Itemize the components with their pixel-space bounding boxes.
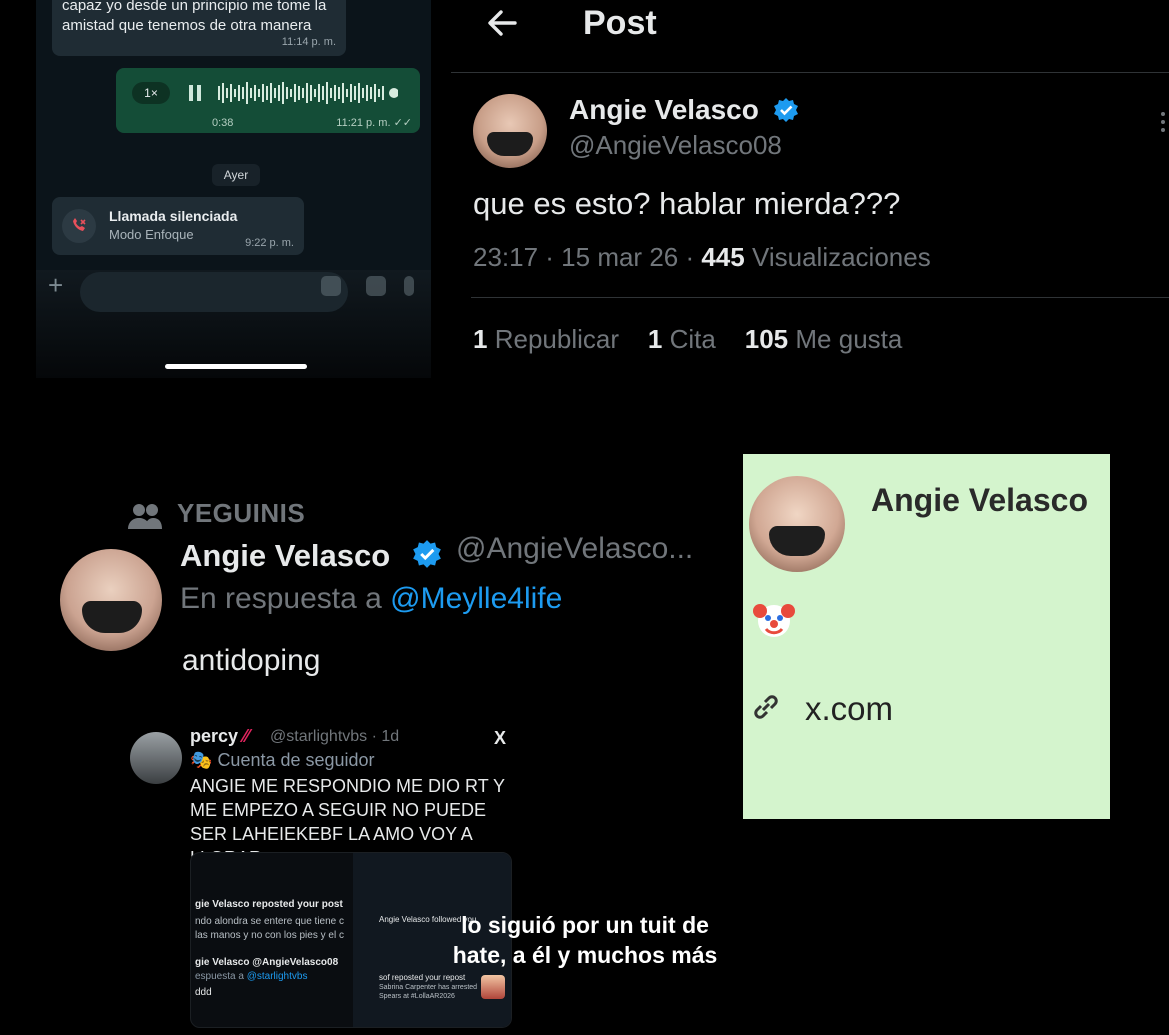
reply-notification-text: ddd <box>195 987 212 998</box>
divider <box>471 297 1169 298</box>
repost-notification-2: sof reposted your repost <box>379 973 466 982</box>
post-stats: 1 Republicar 1 Cita 105 Me gusta <box>473 324 902 355</box>
page-title: Post <box>583 4 657 42</box>
call-subtitle: Modo Enfoque <box>109 227 194 242</box>
call-time: 9:22 p. m. <box>245 237 294 249</box>
views-count: 445 <box>701 242 745 272</box>
playback-speed-button[interactable]: 1× <box>132 82 170 104</box>
in-reply-to: En respuesta a @Meylle4life <box>180 582 563 615</box>
post-meta: 23:17 · 15 mar 26 · 445 Visualizaciones <box>473 242 931 272</box>
voice-time: 11:21 p. m. ✓✓ <box>336 117 412 129</box>
call-title: Llamada silenciada <box>109 208 238 224</box>
reply-notification-target: espuesta a @starlightvbs <box>195 971 308 982</box>
voice-message[interactable]: 1× 0:38 11:21 p. m. ✓✓ <box>116 68 420 133</box>
avatar[interactable] <box>130 732 182 784</box>
divider <box>451 72 1169 73</box>
profile-link[interactable]: x.com <box>805 690 893 728</box>
camera-icon[interactable] <box>366 276 386 296</box>
avatar[interactable] <box>749 476 845 572</box>
whatsapp-chat-panel: capaz yo desde un principio me tome la a… <box>36 0 431 378</box>
verified-badge-icon <box>774 98 798 122</box>
voice-duration: 0:38 <box>212 117 234 129</box>
home-indicator <box>165 364 307 369</box>
follower-tweet[interactable]: percy ⁄⁄ @starlightvbs · 1d X 🎭 Cuenta d… <box>128 726 528 1028</box>
reply-tweet[interactable]: YEGUINIS Angie Velasco @AngieVelasco... … <box>0 490 740 710</box>
microphone-icon[interactable] <box>404 276 414 296</box>
mask-icon: 🎭 <box>190 750 213 770</box>
avatar[interactable] <box>60 549 162 651</box>
author-handle[interactable]: @starlightvbs · 1d <box>270 728 399 746</box>
post-text: que es esto? hablar mierda??? <box>473 186 901 221</box>
link-icon <box>754 695 778 719</box>
author-handle[interactable]: @AngieVelasco... <box>456 532 693 566</box>
author-handle[interactable]: @AngieVelasco08 <box>569 130 782 161</box>
decorative-slash-icon: ⁄⁄ <box>243 726 250 746</box>
message-input[interactable] <box>80 272 348 312</box>
x-post-panel: Post Angie Velasco @AngieVelasco08 que e… <box>451 0 1169 380</box>
back-arrow-icon[interactable] <box>485 6 519 40</box>
message-time: 11:14 p. m. <box>281 36 336 48</box>
clown-face-icon <box>753 604 795 637</box>
pause-icon[interactable] <box>188 85 202 101</box>
more-options-icon[interactable] <box>1161 112 1167 138</box>
follower-account-badge: 🎭 Cuenta de seguidor <box>190 750 375 770</box>
x-logo-icon: X <box>494 728 507 748</box>
author-name[interactable]: percy ⁄⁄ <box>190 726 249 747</box>
missed-call-notice[interactable]: Llamada silenciada Modo Enfoque 9:22 p. … <box>52 197 304 255</box>
reply-notification-author: gie Velasco @AngieVelasco08 <box>195 957 339 968</box>
verified-badge-icon <box>413 540 441 568</box>
author-name[interactable]: Angie Velasco <box>569 94 759 126</box>
mention-link[interactable]: @Meylle4life <box>390 582 562 615</box>
author-name[interactable]: Angie Velasco <box>180 538 390 574</box>
repost-notification-2-text: Sabrina Carpenter has arrested Spears at… <box>379 984 478 1000</box>
repost-notification-text: ndo alondra se entere que tiene c las ma… <box>195 916 344 941</box>
message-composer: + <box>36 270 431 378</box>
community-name[interactable]: YEGUINIS <box>177 498 305 529</box>
incoming-message[interactable]: capaz yo desde un principio me tome la a… <box>52 0 346 56</box>
silenced-call-icon <box>62 209 96 243</box>
quotes-stat[interactable]: 1 Cita <box>648 324 716 354</box>
repost-notification: gie Velasco reposted your post <box>195 899 343 910</box>
tweet-text: antidoping <box>182 644 321 677</box>
avatar[interactable] <box>473 94 547 168</box>
reposts-stat[interactable]: 1 Republicar <box>473 324 619 354</box>
profile-name: Angie Velasco <box>871 482 1088 518</box>
media-thumbnail <box>481 975 505 999</box>
date-divider: Ayer <box>212 164 260 186</box>
message-text: capaz yo desde un principio me tome la a… <box>62 0 327 34</box>
waveform[interactable] <box>218 80 398 106</box>
profile-card[interactable]: Angie Velasco x.com <box>743 454 1110 819</box>
sticker-icon[interactable] <box>321 276 341 296</box>
likes-stat[interactable]: 105 Me gusta <box>745 324 903 354</box>
caption-text: lo siguió por un tuit de hate, a él y mu… <box>452 912 718 968</box>
community-icon <box>128 504 162 529</box>
double-check-icon: ✓✓ <box>393 117 412 129</box>
attach-plus-icon[interactable]: + <box>48 272 70 298</box>
